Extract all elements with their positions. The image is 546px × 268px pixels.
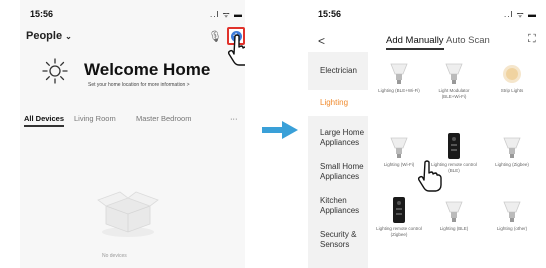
product-lighting-ble[interactable]: Lighting (BLE): [430, 200, 478, 232]
back-button[interactable]: <: [318, 34, 325, 48]
tab-master-bedroom[interactable]: Master Bedroom: [136, 114, 191, 123]
product-label: Light Modulator (BLE+Wi-Fi): [438, 88, 470, 99]
product-label: Lighting (BLE+Wi-Fi): [378, 88, 420, 93]
product-label: Lighting (BLE): [439, 226, 469, 231]
product-lighting-zigbee[interactable]: Lighting (Zigbee): [488, 136, 536, 168]
more-tabs-button[interactable]: ···: [230, 114, 238, 123]
product-lighting-other[interactable]: Lighting (other): [488, 200, 536, 232]
bulb-icon: [445, 63, 463, 84]
sidebar-item-lighting[interactable]: Lighting: [308, 90, 368, 116]
bulb-icon: [445, 201, 463, 222]
microphone-icon[interactable]: 🎙︎: [208, 30, 222, 43]
status-time: 15:56: [30, 9, 54, 19]
home-selector-label: People: [26, 30, 63, 42]
arrow-right-icon: [262, 121, 298, 139]
bulb-icon: [503, 201, 521, 222]
bulb-icon: [390, 137, 408, 158]
product-label: Strip Lights: [500, 88, 524, 93]
remote-icon: [448, 133, 460, 159]
set-home-location-link[interactable]: Set your home location for more informat…: [88, 82, 190, 88]
status-icons: ..l ᯤ ▬: [210, 10, 243, 19]
product-lighting-ble-wifi[interactable]: Lighting (BLE+Wi-Fi): [375, 62, 423, 94]
add-device-screen: 15:56 ..l ᯤ ▬ < Add Manually Auto Scan ⛶…: [308, 0, 546, 268]
remote-icon: [393, 197, 405, 223]
empty-state-text: No devices: [102, 253, 127, 259]
pointing-hand-icon: [227, 34, 245, 66]
product-label: Lighting (Zigbee): [495, 162, 529, 167]
product-label: Lighting (other): [496, 226, 528, 231]
sun-icon: [42, 58, 68, 84]
home-screen: 15:56 ..l ᯤ ▬ People⌄ 🎙︎ + Welcome Home …: [20, 0, 245, 268]
status-time: 15:56: [318, 9, 342, 19]
product-strip-lights[interactable]: Strip Lights: [488, 62, 536, 94]
sidebar-item-small-home-appliances[interactable]: Small Home Appliances: [308, 162, 368, 182]
bulb-icon: [503, 137, 521, 158]
tab-living-room[interactable]: Living Room: [74, 114, 116, 123]
sidebar-item-electrician[interactable]: Electrician: [308, 66, 368, 76]
sidebar-item-large-home-appliances[interactable]: Large Home Appliances: [308, 128, 368, 148]
sidebar-item-kitchen-appliances[interactable]: Kitchen Appliances: [308, 196, 368, 216]
tab-add-manually[interactable]: Add Manually: [386, 35, 444, 50]
strip-light-icon: [503, 65, 521, 83]
status-icons: ..l ᯤ ▬: [504, 10, 537, 19]
tab-all-devices[interactable]: All Devices: [24, 114, 65, 127]
home-selector[interactable]: People ⌄: [26, 30, 72, 42]
product-light-modulator[interactable]: Light Modulator (BLE+Wi-Fi): [430, 62, 478, 100]
welcome-title: Welcome Home: [84, 60, 211, 79]
category-sidebar: Electrician Lighting Large Home Applianc…: [308, 52, 368, 268]
product-label: Lighting remote control (Zigbee): [376, 226, 422, 237]
product-lighting-remote-zigbee[interactable]: Lighting remote control (Zigbee): [375, 196, 423, 238]
tab-auto-scan[interactable]: Auto Scan: [446, 35, 490, 46]
pointing-hand-icon: [417, 160, 442, 192]
bulb-icon: [390, 63, 408, 84]
sidebar-item-security-sensors[interactable]: Security & Sensors: [308, 230, 368, 250]
scan-icon[interactable]: ⛶: [528, 33, 536, 46]
chevron-down-icon: ⌄: [65, 32, 72, 41]
empty-box-icon: [97, 191, 159, 237]
